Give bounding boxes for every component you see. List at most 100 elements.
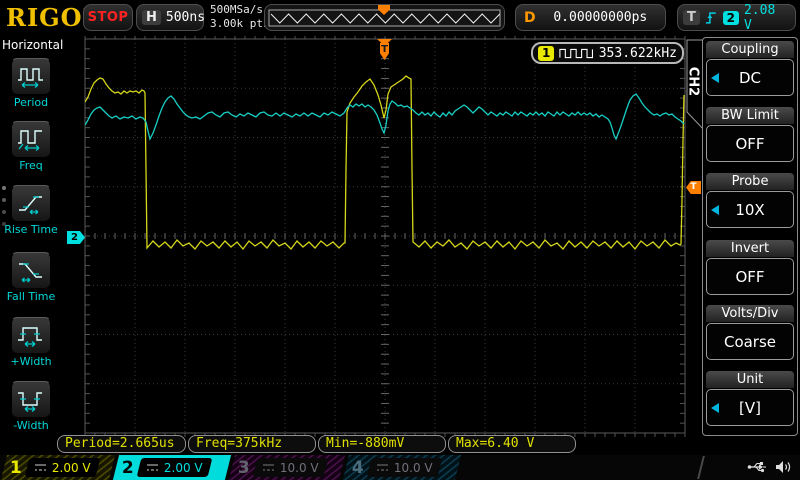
menu-item-probe[interactable]: Probe 10X — [706, 173, 794, 228]
coupling-label: Coupling — [706, 41, 794, 58]
page-indicator-dot — [2, 198, 6, 202]
sample-rate: 500MSa/s — [210, 3, 270, 17]
dc-coupling-icon — [376, 463, 389, 472]
volts-div-label: Volts/Div — [706, 305, 794, 322]
rising-edge-icon — [705, 10, 718, 25]
softkey-freq[interactable]: Freq — [0, 121, 62, 172]
usb-icon — [747, 460, 767, 474]
trigger-level-value: 2.08 V — [744, 3, 790, 33]
horizontal-measure-menu: Horizontal Period Freq Rise Time Fall Ti… — [0, 36, 62, 455]
chevron-left-icon — [711, 403, 719, 413]
square-wave-icon — [559, 47, 593, 60]
frequency-counter-badge: 1 353.622kHz — [531, 42, 684, 64]
plus-width-icon — [16, 323, 46, 349]
page-indicator-dot — [2, 222, 6, 226]
channel-2-scale-box: 2.00 V — [136, 458, 211, 477]
timebase-value: 500ns — [166, 10, 205, 25]
channel-4-block[interactable]: 4 10.0 V — [343, 455, 461, 480]
unit-value[interactable]: [V] — [706, 389, 794, 426]
softkey-rise-time[interactable]: Rise Time — [0, 185, 62, 236]
delay-label: D — [524, 10, 536, 26]
page-indicator-dot — [2, 210, 6, 214]
measurement-period: Period=2.665us — [57, 435, 186, 453]
acquisition-info: 500MSa/s 3.00k pts — [210, 3, 270, 31]
measurement-freq: Freq=375kHz — [188, 435, 316, 453]
menu-item-invert[interactable]: Invert OFF — [706, 240, 794, 295]
waveform-display — [0, 0, 800, 480]
delay-value: 0.00000000ps — [544, 10, 657, 25]
softkey-minus-width-label: -Width — [0, 419, 62, 432]
menu-item-coupling[interactable]: Coupling DC — [706, 41, 794, 96]
timebase-box: H 500ns — [136, 4, 204, 31]
channel-status-bar: 1 2.00 V 2 2.00 V 3 10.0 V 4 — [0, 455, 800, 480]
menu-item-unit[interactable]: Unit [V] — [706, 371, 794, 426]
trigger-source-badge: 2 — [723, 11, 739, 25]
softkey-freq-label: Freq — [0, 159, 62, 172]
channel-3-scale-box: 10.0 V — [252, 458, 327, 477]
channel-3-block[interactable]: 3 10.0 V — [229, 455, 345, 480]
invert-value[interactable]: OFF — [706, 258, 794, 295]
volts-div-value[interactable]: Coarse — [706, 323, 794, 360]
chevron-left-icon — [711, 73, 719, 83]
run-state-badge[interactable]: STOP — [83, 4, 133, 31]
dc-coupling-icon — [146, 463, 159, 472]
softkey-plus-width-label: +Width — [0, 355, 62, 368]
softkey-period[interactable]: Period — [0, 58, 62, 109]
probe-label: Probe — [706, 173, 794, 190]
channel-menu-panel: Coupling DC BW Limit OFF Probe 10X Inver… — [702, 37, 798, 436]
freq-icon — [16, 127, 46, 153]
horizontal-label: H — [142, 10, 161, 25]
channel-1-scale: 2.00 V — [52, 461, 91, 475]
trigger-label: T — [683, 10, 700, 25]
rise-time-icon — [16, 191, 46, 217]
channel-3-number: 3 — [238, 458, 250, 478]
trigger-position-marker[interactable]: T — [377, 39, 392, 60]
period-icon — [16, 64, 46, 90]
channel-1-scale-box: 2.00 V — [24, 458, 99, 477]
unit-label: Unit — [706, 371, 794, 388]
delay-box: D 0.00000000ps — [515, 4, 666, 31]
channel-4-scale-box: 10.0 V — [366, 458, 441, 477]
softkey-minus-width[interactable]: -Width — [0, 381, 62, 432]
counter-channel-badge: 1 — [538, 46, 554, 61]
left-menu-title: Horizontal — [2, 38, 63, 52]
bw-limit-label: BW Limit — [706, 107, 794, 124]
channel-4-number: 4 — [352, 458, 364, 478]
trigger-box: T 2 2.08 V — [677, 4, 796, 31]
channel-2-scale: 2.00 V — [164, 461, 203, 475]
channel-2-block[interactable]: 2 2.00 V — [113, 455, 231, 480]
channel-2-number: 2 — [122, 458, 134, 478]
counter-frequency-value: 353.622kHz — [599, 46, 677, 61]
channel-1-number: 1 — [10, 458, 22, 478]
dc-coupling-icon — [34, 463, 47, 472]
softkey-plus-width[interactable]: +Width — [0, 317, 62, 368]
page-indicator-dot — [2, 186, 6, 190]
menu-item-volts-div[interactable]: Volts/Div Coarse — [706, 305, 794, 360]
waveform-overview-bar[interactable] — [264, 4, 505, 31]
dc-coupling-icon — [262, 463, 275, 472]
memory-depth: 3.00k pts — [210, 17, 270, 31]
invert-label: Invert — [706, 240, 794, 257]
top-bar: RIGOL STOP H 500ns 500MSa/s 3.00k pts D … — [0, 0, 800, 36]
measurement-max: Max=6.40 V — [448, 435, 576, 453]
fall-time-icon — [16, 258, 46, 284]
ch2-menu-tab: CH2 — [683, 58, 703, 104]
softkey-fall-time-label: Fall Time — [0, 290, 62, 303]
channel-3-scale: 10.0 V — [280, 461, 319, 475]
menu-item-bw-limit[interactable]: BW Limit OFF — [706, 107, 794, 162]
softkey-rise-time-label: Rise Time — [0, 223, 62, 236]
channel-4-scale: 10.0 V — [394, 461, 433, 475]
measurement-min: Min=-880mV — [318, 435, 446, 453]
status-bar-divider — [697, 456, 705, 479]
chevron-left-icon — [711, 205, 719, 215]
minus-width-icon — [16, 387, 46, 413]
trigger-position-flag: T — [380, 43, 389, 60]
probe-value[interactable]: 10X — [706, 191, 794, 228]
softkey-period-label: Period — [0, 96, 62, 109]
beeper-icon — [775, 460, 792, 474]
softkey-fall-time[interactable]: Fall Time — [0, 252, 62, 303]
bw-limit-value[interactable]: OFF — [706, 125, 794, 162]
graticule — [85, 35, 685, 437]
coupling-value[interactable]: DC — [706, 59, 794, 96]
channel-1-block[interactable]: 1 2.00 V — [1, 455, 115, 480]
